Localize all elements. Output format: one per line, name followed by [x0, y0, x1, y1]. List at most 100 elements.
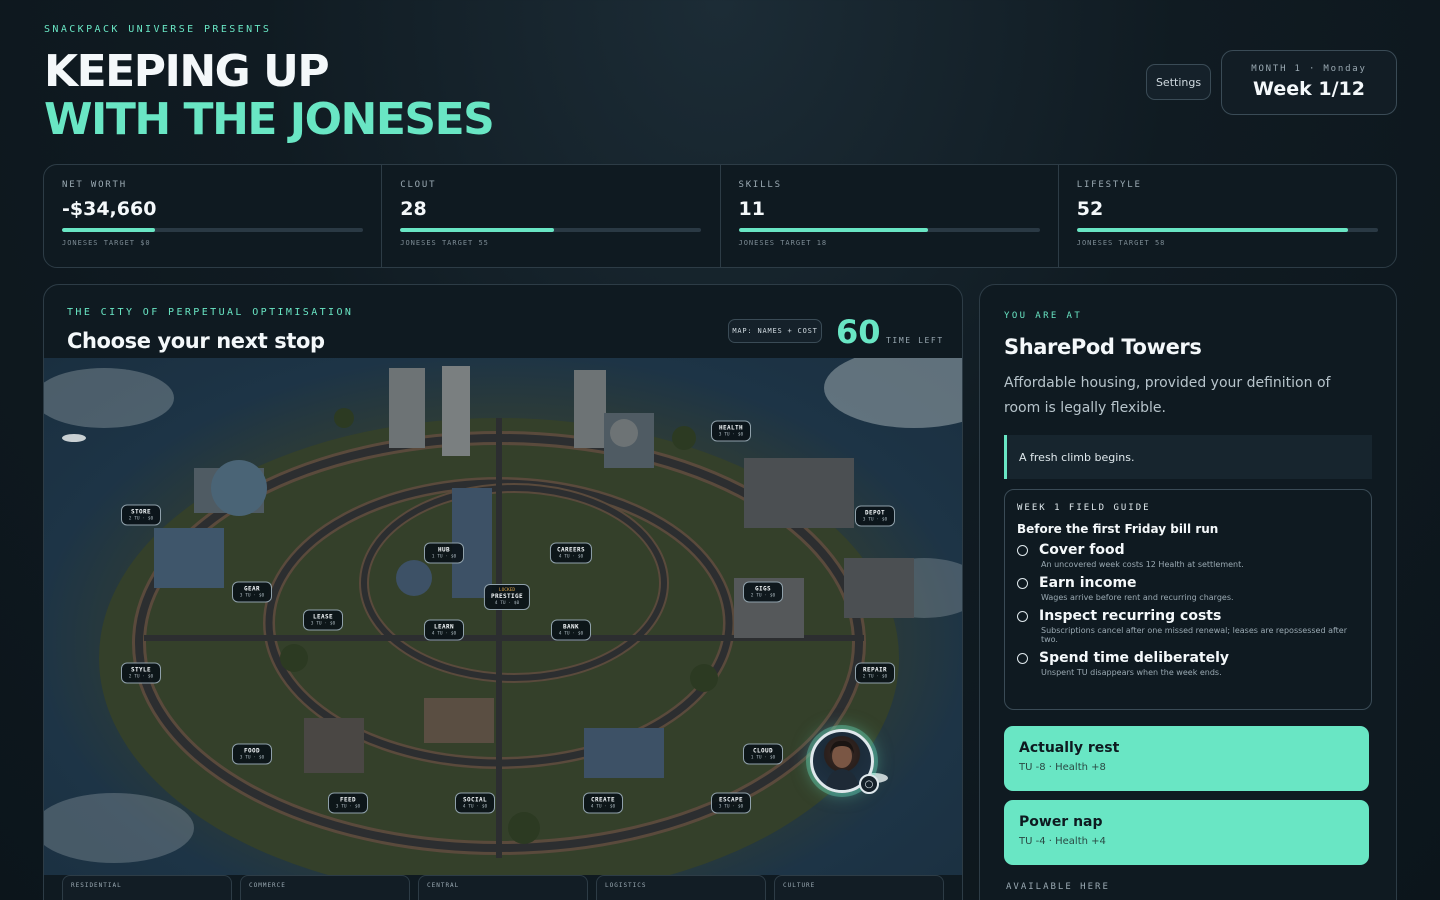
- stat-target: JONESES TARGET 18: [738, 239, 828, 247]
- event-note: A fresh climb begins.: [1004, 435, 1372, 479]
- stats-bar: NET WORTH -$34,660 JONESES TARGET $0 CLO…: [43, 164, 1397, 268]
- location-social[interactable]: SOCIAL 4 TU · $0: [455, 792, 495, 814]
- stat-value: 28: [400, 198, 427, 220]
- city-map-illustration: [44, 358, 962, 875]
- task-description: Subscriptions cancel after one missed re…: [1041, 626, 1347, 644]
- map-mode-toggle[interactable]: MAP: NAMES + COST: [728, 319, 822, 343]
- location-name: CLOUD: [752, 747, 774, 755]
- location-lease[interactable]: LEASE 3 TU · $0: [303, 609, 343, 631]
- location-store[interactable]: STORE 2 TU · $0: [121, 504, 161, 526]
- location-gigs[interactable]: GIGS 2 TU · $0: [743, 581, 783, 603]
- stat-value: 11: [738, 198, 765, 220]
- location-careers[interactable]: CAREERS 4 TU · $0: [549, 542, 593, 564]
- stat-target: JONESES TARGET $0: [62, 239, 151, 247]
- task-title: Inspect recurring costs: [1039, 608, 1222, 624]
- location-hub[interactable]: HUB 1 TU · $0: [424, 542, 464, 564]
- location-name: HUB: [437, 546, 451, 554]
- map-eyebrow: THE CITY OF PERPETUAL OPTIMISATION: [67, 307, 354, 318]
- location-name: STYLE: [130, 666, 152, 674]
- checkbox-circle-icon: [1017, 577, 1028, 589]
- field-guide: WEEK 1 FIELD GUIDE Before the first Frid…: [1004, 489, 1372, 710]
- stat-progress-fill: [1076, 228, 1348, 232]
- location-create[interactable]: CREATE 4 TU · $0: [583, 792, 623, 814]
- action-title: Power nap: [1019, 814, 1103, 830]
- stat-label: CLOUT: [400, 180, 437, 190]
- location-name: STORE: [130, 508, 152, 516]
- city-map[interactable]: HEALTH 3 TU · $0 STORE 2 TU · $0 DEPOT 3 TU…: [44, 358, 962, 875]
- checkbox-circle-icon: [1017, 652, 1028, 664]
- stat-progress-fill: [738, 228, 929, 232]
- location-name: SOCIAL: [462, 796, 488, 804]
- location-learn[interactable]: LEARN 4 TU · $0: [424, 619, 464, 641]
- location-name: FOOD: [243, 747, 261, 755]
- location-depot[interactable]: DEPOT 3 TU · $0: [855, 505, 895, 527]
- location-name: LEARN: [433, 623, 455, 631]
- action-actually-rest-button[interactable]: Actually rest TU -8 · Health +8: [1004, 726, 1369, 791]
- action-effect: TU -8 · Health +8: [1019, 762, 1106, 773]
- location-health[interactable]: HEALTH 3 TU · $0: [711, 420, 751, 442]
- stat-label: SKILLS: [738, 180, 782, 190]
- guide-task: Inspect recurring costs Subscriptions ca…: [1017, 608, 1359, 644]
- action-effect: TU -4 · Health +4: [1019, 836, 1106, 847]
- time-left-value: 60: [836, 313, 881, 351]
- location-cloud[interactable]: CLOUD 1 TU · $0: [743, 743, 783, 765]
- location-name: FEED: [339, 796, 357, 804]
- game-title: KEEPING UP WITH THE JONESES: [44, 46, 495, 145]
- current-location-description: Affordable housing, provided your defini…: [1004, 375, 1331, 416]
- district-commerce[interactable]: COMMERCE: [240, 875, 410, 900]
- title-line-2: WITH THE JONESES: [44, 94, 495, 145]
- map-panel: THE CITY OF PERPETUAL OPTIMISATION Choos…: [43, 284, 963, 900]
- stat-progress-track: [738, 228, 1040, 232]
- location-name: CAREERS: [556, 546, 586, 554]
- location-name: DEPOT: [864, 509, 886, 517]
- settings-button[interactable]: Settings: [1146, 64, 1211, 100]
- location-name: PRESTIGE: [490, 593, 524, 600]
- location-feed[interactable]: FEED 3 TU · $0: [328, 792, 368, 814]
- location-name: BANK: [562, 623, 580, 631]
- map-heading: Choose your next stop: [67, 329, 325, 353]
- available-here-label: AVAILABLE HERE: [1006, 882, 1110, 892]
- location-name: LEASE: [312, 613, 334, 621]
- checkbox-circle-icon: [1017, 610, 1028, 622]
- week-indicator: MONTH 1 · Monday Week 1/12: [1221, 50, 1397, 115]
- stat-net-worth: NET WORTH -$34,660 JONESES TARGET $0: [44, 165, 383, 267]
- task-title: Spend time deliberately: [1039, 650, 1230, 666]
- location-cost: 2 TU · $0: [750, 593, 776, 599]
- current-location-eyebrow: YOU ARE AT: [1004, 311, 1083, 321]
- task-description: Unspent TU disappears when the week ends…: [1041, 668, 1222, 677]
- location-repair[interactable]: REPAIR 2 TU · $0: [855, 662, 895, 684]
- district-culture[interactable]: CULTURE: [774, 875, 944, 900]
- location-cost: 2 TU · $0: [862, 674, 888, 680]
- district-residential[interactable]: RESIDENTIAL: [62, 875, 232, 900]
- location-gear[interactable]: GEAR 3 TU · $0: [232, 581, 272, 603]
- location-cost: 3 TU · $0: [718, 432, 744, 438]
- district-central[interactable]: CENTRAL: [418, 875, 588, 900]
- guide-task: Spend time deliberately Unspent TU disap…: [1017, 650, 1359, 677]
- month-day-label: MONTH 1 · Monday: [1251, 64, 1367, 74]
- stat-label: NET WORTH: [62, 180, 127, 190]
- action-power-nap-button[interactable]: Power nap TU -4 · Health +4: [1004, 800, 1369, 865]
- presenter-eyebrow: SNACKPACK UNIVERSE PRESENTS: [44, 24, 272, 35]
- location-cost: 4 TU · $0: [558, 554, 584, 560]
- location-prestige[interactable]: LOCKED PRESTIGE 4 TU · $0: [483, 584, 531, 610]
- stat-progress-track: [62, 228, 363, 232]
- location-escape[interactable]: ESCAPE 3 TU · $0: [711, 792, 751, 814]
- location-name: ESCAPE: [718, 796, 744, 804]
- location-style[interactable]: STYLE 2 TU · $0: [121, 662, 161, 684]
- avatar-status-icon: ○: [859, 774, 879, 794]
- location-cost: 3 TU · $0: [310, 621, 336, 627]
- stat-progress-track: [400, 228, 702, 232]
- stat-clout: CLOUT 28 JONESES TARGET 55: [382, 165, 721, 267]
- title-line-1: KEEPING UP: [44, 46, 330, 97]
- time-left-label: TIME LEFT: [886, 336, 944, 345]
- stat-skills: SKILLS 11 JONESES TARGET 18: [721, 165, 1059, 267]
- stat-progress-fill: [62, 228, 156, 232]
- location-cost: 4 TU · $0: [590, 804, 616, 810]
- location-bank[interactable]: BANK 4 TU · $0: [551, 619, 591, 641]
- task-title: Earn income: [1039, 575, 1137, 591]
- district-logistics[interactable]: LOGISTICS: [596, 875, 766, 900]
- location-cost: 4 TU · $0: [494, 601, 520, 606]
- location-cost: 4 TU · $0: [462, 804, 488, 810]
- location-food[interactable]: FOOD 3 TU · $0: [232, 743, 272, 765]
- location-cost: 1 TU · $0: [431, 554, 457, 560]
